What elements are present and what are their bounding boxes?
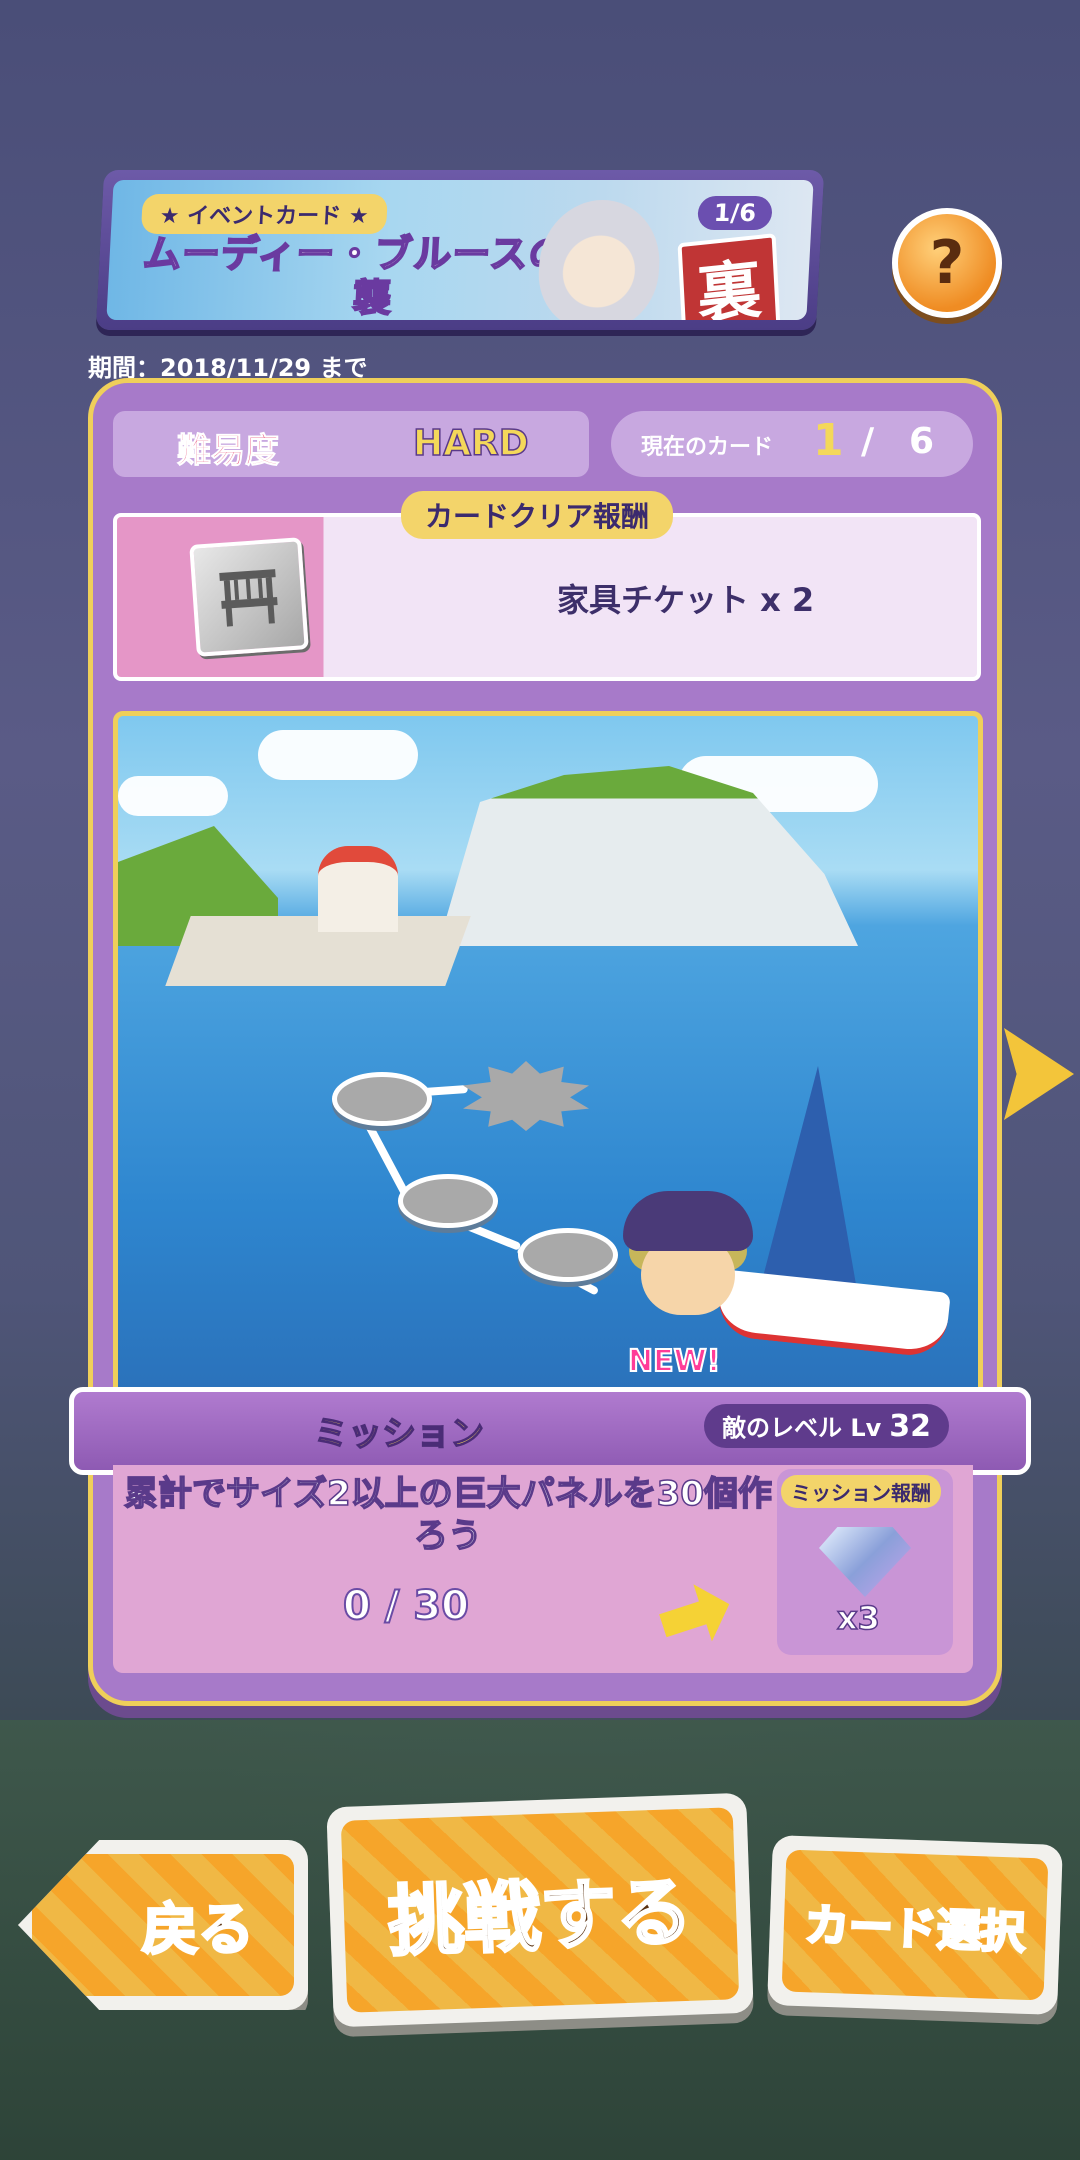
current-card-number: 1 (813, 415, 844, 466)
challenge-button[interactable]: 挑戦する (326, 1792, 754, 2028)
diamond-icon (819, 1527, 911, 1597)
mission-header: ミッション 敵のレベル Lv 32 (69, 1387, 1031, 1475)
furniture-ticket-icon (189, 537, 309, 657)
banner-card-count: 1/6 (696, 196, 773, 230)
mission-reward-qty: x3 (836, 1598, 880, 1638)
character-hat (623, 1191, 753, 1251)
card-clear-reward-tag: カードクリア報酬 (401, 491, 674, 539)
event-banner-art: ★ イベントカード ★ ムーディー・ブルースの逆襲 1/6 裏 (106, 180, 814, 320)
stage-node-boss[interactable] (463, 1061, 589, 1131)
ura-stamp: 裏 (677, 233, 781, 320)
card-clear-reward-item: 家具チケット x 2 (557, 581, 815, 619)
current-card-total: 6 (909, 421, 935, 462)
cloud (118, 776, 228, 816)
mission-reward: ミッション報酬 x3 (777, 1469, 953, 1655)
mission-description: 累計でサイズ2以上の巨大パネルを30個作ろう (123, 1473, 772, 1557)
enemy-level: 敵のレベル Lv 32 (704, 1404, 950, 1448)
event-banner[interactable]: ★ イベントカード ★ ムーディー・ブルースの逆襲 1/6 裏 (95, 170, 825, 330)
stage-map: NEW! (113, 711, 983, 1421)
cloud (258, 730, 418, 780)
difficulty-label: 難易度 (177, 431, 280, 472)
stage-node-1[interactable] (518, 1228, 618, 1282)
mission-title: ミッション (313, 1413, 485, 1455)
mission-box: 累計でサイズ2以上の巨大パネルを30個作ろう 0 / 30 ミッション報酬 x3 (113, 1465, 973, 1673)
help-button[interactable]: ? (892, 208, 1002, 318)
enemy-level-label: 敵のレベル Lv (722, 1414, 882, 1442)
difficulty-value: HARD (412, 422, 529, 465)
current-card-bar: 現在のカード 1 / 6 (611, 411, 973, 477)
card-select-button[interactable]: カード選択 (767, 1834, 1063, 2016)
card-clear-reward: カードクリア報酬 家具チケット x 2 (113, 491, 981, 681)
stage-node-2[interactable] (398, 1174, 498, 1228)
harbor-building (318, 846, 398, 932)
current-card-label: 現在のカード (641, 435, 774, 460)
current-card-separator: / (861, 421, 875, 462)
arrow-decoration-icon (653, 1576, 738, 1655)
player-character (623, 1191, 753, 1341)
next-card-arrow-icon[interactable] (1004, 1028, 1074, 1120)
challenge-button-label: 挑戦する (385, 1865, 695, 1968)
card-select-button-label: カード選択 (803, 1899, 1028, 1961)
stage-panel: 難易度 HARD 現在のカード 1 / 6 カードクリア報酬 家具チケット x … (69, 378, 1031, 1706)
mission-reward-tag: ミッション報酬 (781, 1475, 941, 1508)
mission-progress: 0 / 30 (342, 1582, 470, 1630)
enemy-level-value: 32 (889, 1409, 932, 1444)
villain-portrait (535, 200, 663, 320)
sailboat-sail (758, 1066, 858, 1296)
event-card-label: ★ イベントカード ★ (140, 194, 388, 234)
new-badge: NEW! (627, 1343, 721, 1380)
stage-node-3[interactable] (332, 1072, 432, 1126)
difficulty-bar: 難易度 HARD (113, 411, 589, 477)
